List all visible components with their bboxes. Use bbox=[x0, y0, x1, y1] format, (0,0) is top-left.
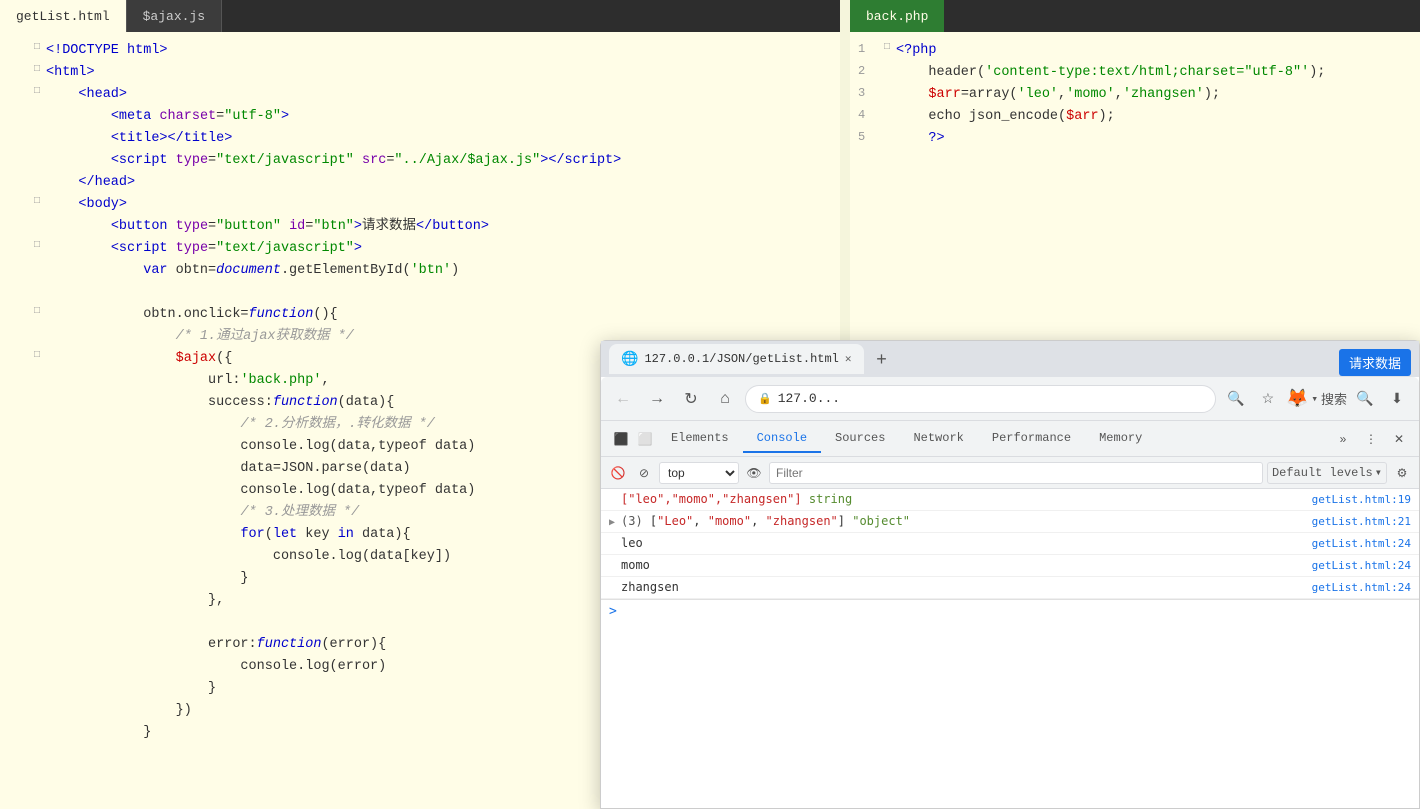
zoom-button[interactable]: 🔍 bbox=[1222, 385, 1250, 413]
forward-button[interactable]: → bbox=[643, 385, 671, 413]
home-button[interactable]: ⌂ bbox=[711, 385, 739, 413]
code-line-10: □ <script type="text/javascript"> bbox=[0, 238, 840, 260]
code-line-12 bbox=[0, 282, 840, 304]
devtools-tab-bar: ⬛ ⬜ Elements Console Sources Network Per… bbox=[601, 421, 1419, 457]
tab-network[interactable]: Network bbox=[899, 425, 977, 453]
devtools-layout-icon[interactable]: ⬜ bbox=[633, 427, 657, 451]
console-link-1[interactable]: getList.html:21 bbox=[1312, 515, 1411, 528]
right-code-container: 1 □ <?php 2 header('content-type:text/ht… bbox=[850, 32, 1420, 340]
console-filter-btn[interactable]: ⊘ bbox=[633, 462, 655, 484]
code-line-4: <meta charset="utf-8"> bbox=[0, 106, 840, 128]
right-line-3: 3 $arr=array('leo','momo','zhangsen'); bbox=[850, 84, 1420, 106]
right-panel: back.php 1 □ <?php 2 header('content-typ… bbox=[850, 0, 1420, 340]
download-button[interactable]: ⬇ bbox=[1383, 385, 1411, 413]
code-line-9: <button type="button" id="btn">请求数据</but… bbox=[0, 216, 840, 238]
code-line-11: var obtn=document.getElementById('btn') bbox=[0, 260, 840, 282]
back-button[interactable]: ← bbox=[609, 385, 637, 413]
toolbar-icons: 🔍 ☆ 🦊 ▾ 搜索 🔍 ⬇ bbox=[1222, 385, 1411, 413]
console-settings-btn[interactable]: ⚙ bbox=[1391, 462, 1413, 484]
tab-elements[interactable]: Elements bbox=[657, 425, 743, 453]
console-toolbar: 🚫 ⊘ top 👁 Default levels ▾ ⚙ bbox=[601, 457, 1419, 489]
browser-toolbar: ← → ↻ ⌂ 🔒 127.0... 🔍 ☆ 🦊 ▾ 搜索 🔍 ⬇ bbox=[601, 377, 1419, 421]
console-row-1: ▶ (3) ["Leo", "momo", "zhangsen"] "objec… bbox=[601, 511, 1419, 533]
browser-tab-bar: 🌐 127.0.0.1/JSON/getList.html ✕ + bbox=[601, 341, 1419, 377]
code-line-7: </head> bbox=[0, 172, 840, 194]
console-output: ["leo","momo","zhangsen"] string getList… bbox=[601, 489, 1419, 808]
right-line-2: 2 header('content-type:text/html;charset… bbox=[850, 62, 1420, 84]
tab-back-php[interactable]: back.php bbox=[850, 0, 944, 32]
default-levels-select[interactable]: Default levels ▾ bbox=[1267, 462, 1387, 484]
addon-label: ▾ bbox=[1311, 392, 1318, 406]
context-select[interactable]: top bbox=[659, 462, 739, 484]
console-clear-btn[interactable]: 🚫 bbox=[607, 462, 629, 484]
console-row-2: leo getList.html:24 bbox=[601, 533, 1419, 555]
console-row-0: ["leo","momo","zhangsen"] string getList… bbox=[601, 489, 1419, 511]
fox-icon: 🦊 bbox=[1286, 388, 1308, 410]
console-link-0[interactable]: getList.html:19 bbox=[1312, 493, 1411, 506]
tab-sources[interactable]: Sources bbox=[821, 425, 899, 453]
code-line-13: □ obtn.onclick=function(){ bbox=[0, 304, 840, 326]
devtools: ⬛ ⬜ Elements Console Sources Network Per… bbox=[601, 421, 1419, 808]
global-search-button[interactable]: 🔍 bbox=[1351, 385, 1379, 413]
code-line-2: □ <html> bbox=[0, 62, 840, 84]
url-text: 127.0... bbox=[778, 391, 840, 406]
prompt-caret: > bbox=[609, 604, 617, 619]
new-tab-button[interactable]: + bbox=[868, 345, 896, 373]
console-row-3: momo getList.html:24 bbox=[601, 555, 1419, 577]
globe-icon: 🌐 bbox=[621, 351, 638, 368]
lock-icon: 🔒 bbox=[758, 392, 772, 406]
right-line-4: 4 echo json_encode($arr); bbox=[850, 106, 1420, 128]
console-row-4: zhangsen getList.html:24 bbox=[601, 577, 1419, 599]
browser-active-tab[interactable]: 🌐 127.0.0.1/JSON/getList.html ✕ bbox=[609, 344, 864, 374]
right-line-5: 5 ?> bbox=[850, 128, 1420, 150]
console-filter-input[interactable] bbox=[769, 462, 1263, 484]
tab-console[interactable]: Console bbox=[743, 425, 821, 453]
console-link-2[interactable]: getList.html:24 bbox=[1312, 537, 1411, 550]
console-prompt-row: > bbox=[601, 599, 1419, 623]
browser-panel: 🌐 127.0.0.1/JSON/getList.html ✕ + ← → ↻ … bbox=[600, 340, 1420, 809]
devtools-close-button[interactable]: ✕ bbox=[1387, 427, 1411, 451]
close-tab-button[interactable]: ✕ bbox=[845, 352, 852, 366]
code-line-8: □ <body> bbox=[0, 194, 840, 216]
code-line-1: □ <!DOCTYPE html> bbox=[0, 40, 840, 62]
code-line-3: □ <head> bbox=[0, 84, 840, 106]
console-link-4[interactable]: getList.html:24 bbox=[1312, 581, 1411, 594]
reload-button[interactable]: ↻ bbox=[677, 385, 705, 413]
search-label: 搜索 bbox=[1321, 389, 1347, 408]
right-line-1: 1 □ <?php bbox=[850, 40, 1420, 62]
console-eye-btn[interactable]: 👁 bbox=[743, 462, 765, 484]
more-tabs-button[interactable]: » bbox=[1331, 427, 1355, 451]
devtools-tab-icons: » ⋮ ✕ bbox=[1331, 427, 1411, 451]
tab-memory[interactable]: Memory bbox=[1085, 425, 1156, 453]
bookmark-button[interactable]: ☆ bbox=[1254, 385, 1282, 413]
tab-getlist[interactable]: getList.html bbox=[0, 0, 127, 32]
code-line-6: <script type="text/javascript" src="../A… bbox=[0, 150, 840, 172]
tab-ajax[interactable]: $ajax.js bbox=[127, 0, 222, 32]
tab-performance[interactable]: Performance bbox=[978, 425, 1085, 453]
devtools-menu-button[interactable]: ⋮ bbox=[1359, 427, 1383, 451]
address-bar[interactable]: 🔒 127.0... bbox=[745, 385, 1216, 413]
code-line-5: <title></title> bbox=[0, 128, 840, 150]
right-tab-bar: back.php bbox=[850, 0, 1420, 32]
devtools-sidebar-icon[interactable]: ⬛ bbox=[609, 427, 633, 451]
editor-tab-bar: getList.html $ajax.js bbox=[0, 0, 840, 32]
console-link-3[interactable]: getList.html:24 bbox=[1312, 559, 1411, 572]
search-addon: 🦊 ▾ 搜索 bbox=[1286, 388, 1347, 410]
